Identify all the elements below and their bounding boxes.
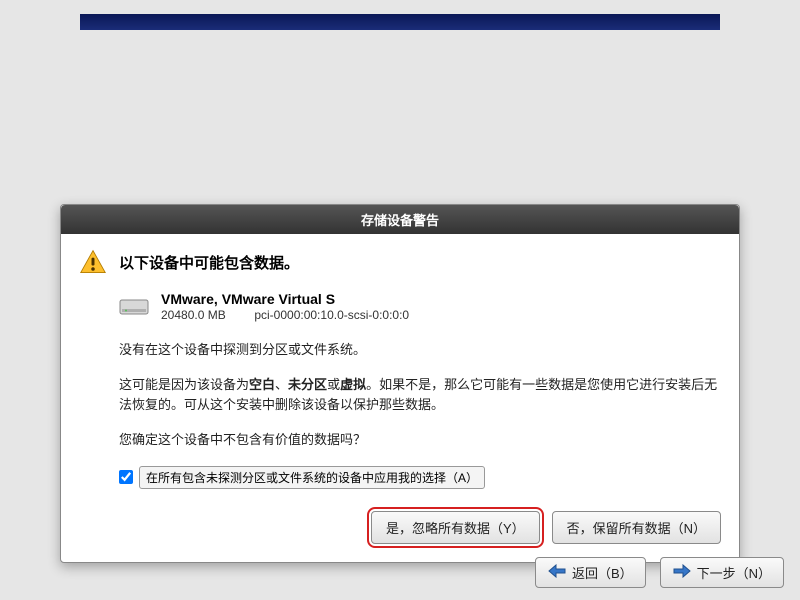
apply-all-row: 在所有包含未探测分区或文件系统的设备中应用我的选择（A） xyxy=(119,466,721,489)
back-button-label: 返回（B） xyxy=(572,563,633,582)
wizard-footer-buttons: 返回（B） 下一步（N） xyxy=(535,557,784,588)
yes-discard-button[interactable]: 是，忽略所有数据（Y） xyxy=(371,511,540,544)
warning-icon xyxy=(79,248,107,276)
dialog-body: 以下设备中可能包含数据。 VMware, VMware Virtual S 20… xyxy=(61,234,739,562)
warning-heading: 以下设备中可能包含数据。 xyxy=(119,252,299,273)
device-size: 20480.0 MB xyxy=(161,308,251,324)
next-button-label: 下一步（N） xyxy=(697,563,771,582)
apply-all-label[interactable]: 在所有包含未探测分区或文件系统的设备中应用我的选择（A） xyxy=(139,466,485,489)
paragraph-confirm: 您确定这个设备中不包含有价值的数据吗？ xyxy=(119,430,721,450)
device-info: VMware, VMware Virtual S 20480.0 MB pci-… xyxy=(161,290,409,324)
dialog-button-row: 是，忽略所有数据（Y） 否，保留所有数据（N） xyxy=(79,511,721,544)
dialog-title: 存储设备警告 xyxy=(61,205,739,234)
device-row: VMware, VMware Virtual S 20480.0 MB pci-… xyxy=(119,290,721,324)
storage-warning-dialog: 存储设备警告 以下设备中可能包含数据。 VMware, V xyxy=(60,204,740,563)
harddisk-icon xyxy=(119,296,149,318)
paragraph-explanation: 这可能是因为该设备为空白、未分区或虚拟。如果不是，那么它可能有一些数据是您使用它… xyxy=(119,375,721,414)
paragraph-no-partition: 没有在这个设备中探测到分区或文件系统。 xyxy=(119,340,721,360)
arrow-right-icon xyxy=(673,564,691,581)
no-keep-button[interactable]: 否，保留所有数据（N） xyxy=(552,511,721,544)
device-name: VMware, VMware Virtual S xyxy=(161,290,409,308)
apply-all-checkbox[interactable] xyxy=(119,470,133,484)
device-path: pci-0000:00:10.0-scsi-0:0:0:0 xyxy=(254,308,409,322)
device-subinfo: 20480.0 MB pci-0000:00:10.0-scsi-0:0:0:0 xyxy=(161,308,409,324)
back-button[interactable]: 返回（B） xyxy=(535,557,646,588)
arrow-left-icon xyxy=(548,564,566,581)
warning-header-row: 以下设备中可能包含数据。 xyxy=(79,248,721,276)
next-button[interactable]: 下一步（N） xyxy=(660,557,784,588)
top-banner xyxy=(80,14,720,30)
